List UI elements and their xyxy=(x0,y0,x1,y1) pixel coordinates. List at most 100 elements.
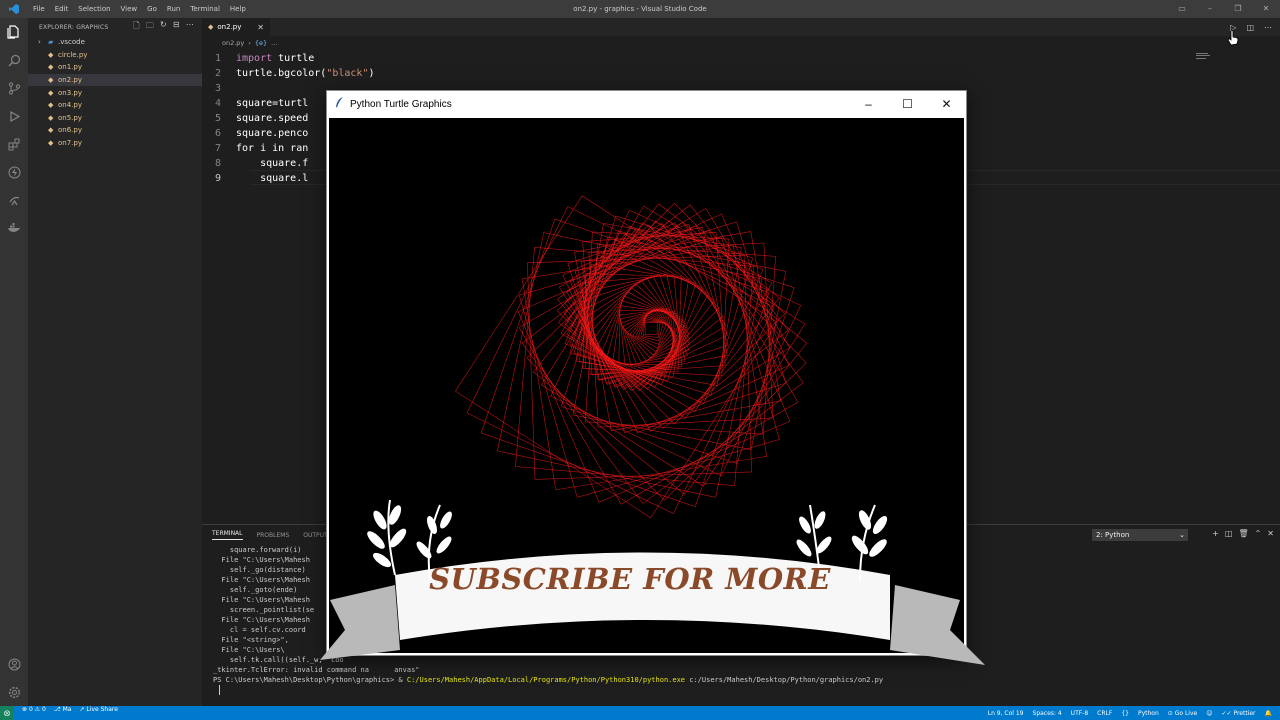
editor-tab-bar: ◆ on2.py ✕ ▷ ◫ ⋯ xyxy=(202,18,1280,36)
breadcrumb-symbol[interactable]: {e} xyxy=(255,39,267,47)
split-editor-icon[interactable]: ◫ xyxy=(1246,23,1254,32)
remote-indicator-icon[interactable]: ⨂ xyxy=(0,706,14,720)
minimap[interactable] xyxy=(1196,52,1210,60)
language-braces-icon[interactable]: {} xyxy=(1121,710,1129,717)
line-number: 4 xyxy=(214,98,221,109)
search-icon[interactable] xyxy=(0,46,28,74)
breadcrumb-file[interactable]: on2.py xyxy=(222,39,244,47)
trash-icon[interactable]: 🗑 xyxy=(1238,529,1248,538)
file-label: on2.py xyxy=(58,76,82,85)
indentation[interactable]: Spaces: 4 xyxy=(1033,710,1062,717)
menu-item-run[interactable]: Run xyxy=(162,5,185,13)
extensions-icon[interactable] xyxy=(0,130,28,158)
turtle-minimize-button[interactable]: – xyxy=(849,91,888,117)
run-debug-icon[interactable] xyxy=(0,102,28,130)
more-actions-icon[interactable]: ⋯ xyxy=(186,20,194,34)
tab-problems[interactable]: PROBLEMS xyxy=(257,532,290,539)
docker-icon[interactable] xyxy=(0,214,28,242)
file-item[interactable]: ◆ on6.py xyxy=(28,124,202,137)
python-file-icon: ◆ xyxy=(48,63,54,72)
python-file-icon: ◆ xyxy=(48,76,54,85)
tab-on2-py[interactable]: ◆ on2.py ✕ xyxy=(202,18,270,36)
panel-actions: + ◫ 🗑 ⌃ ✕ xyxy=(1212,529,1274,538)
python-file-icon: ◆ xyxy=(48,88,54,97)
menu-item-view[interactable]: View xyxy=(116,5,143,13)
new-folder-icon[interactable]: 🗀 xyxy=(146,20,154,34)
code-text: square.penco xyxy=(236,128,309,139)
settings-gear-icon[interactable] xyxy=(0,678,28,706)
breadcrumb-more[interactable]: ... xyxy=(271,39,277,47)
file-item[interactable]: ◆ circle.py xyxy=(28,49,202,62)
encoding[interactable]: UTF-8 xyxy=(1071,710,1089,717)
line-number: 2 xyxy=(214,68,221,79)
file-label: on3.py xyxy=(58,88,82,97)
more-icon[interactable]: ⋯ xyxy=(1264,23,1272,32)
new-file-icon[interactable]: 🗋 xyxy=(133,20,140,34)
menu-item-selection[interactable]: Selection xyxy=(73,5,115,13)
menu-item-edit[interactable]: Edit xyxy=(50,5,74,13)
code-text: import xyxy=(236,53,273,64)
line-number: 6 xyxy=(214,128,221,139)
go-live-button[interactable]: ⊙ Go Live xyxy=(1168,710,1197,717)
explorer-icon[interactable] xyxy=(0,18,28,46)
tab-label: on2.py xyxy=(217,23,242,31)
explorer-sidebar: EXPLORER: GRAPHICS 🗋 🗀 ↻ ⊟ ⋯ › ▰ .vscode… xyxy=(28,18,202,706)
terminal-select[interactable]: 2: Python ⌄ xyxy=(1092,529,1188,541)
file-label: on6.py xyxy=(58,126,82,135)
file-label: circle.py xyxy=(58,50,88,59)
folder-vscode[interactable]: › ▰ .vscode xyxy=(28,36,202,49)
end-of-line[interactable]: CRLF xyxy=(1097,710,1112,717)
cursor-position[interactable]: Ln 9, Col 19 xyxy=(988,710,1024,717)
menu-item-go[interactable]: Go xyxy=(142,5,162,13)
terminal-select-value: 2: Python xyxy=(1096,531,1130,539)
maximize-panel-icon[interactable]: ⌃ xyxy=(1255,529,1262,538)
close-panel-icon[interactable]: ✕ xyxy=(1267,529,1274,538)
file-label: on1.py xyxy=(58,63,82,72)
close-icon[interactable]: ✕ xyxy=(1252,0,1280,18)
new-terminal-icon[interactable]: + xyxy=(1212,529,1219,538)
menu-item-help[interactable]: Help xyxy=(225,5,251,13)
accounts-icon[interactable] xyxy=(0,650,28,678)
window-controls: ▭ – ❐ ✕ xyxy=(1168,0,1280,18)
source-control-icon[interactable] xyxy=(0,74,28,102)
language-mode[interactable]: Python xyxy=(1138,710,1159,717)
file-item[interactable]: ◆ on4.py xyxy=(28,99,202,112)
vscode-logo-icon xyxy=(0,0,28,18)
live-share-button[interactable]: ↗ Live Share xyxy=(79,706,117,720)
menu-item-file[interactable]: File xyxy=(28,5,50,13)
refresh-icon[interactable]: ↻ xyxy=(160,20,167,34)
branch-indicator[interactable]: ⎇ Ma xyxy=(54,706,72,720)
prettier-button[interactable]: ✓✓ Prettier xyxy=(1221,710,1255,717)
notifications-bell-icon[interactable]: 🔔 xyxy=(1265,710,1272,717)
collapse-all-icon[interactable]: ⊟ xyxy=(173,20,180,34)
tab-terminal[interactable]: TERMINAL xyxy=(212,530,243,540)
chevron-right-icon: › xyxy=(38,38,41,47)
menu-item-terminal[interactable]: Terminal xyxy=(185,5,225,13)
maximize-icon[interactable]: ❐ xyxy=(1224,0,1252,18)
prettier-label: Prettier xyxy=(1233,709,1256,717)
restore-layout-icon[interactable]: ▭ xyxy=(1168,0,1196,18)
turtle-maximize-button[interactable]: ☐ xyxy=(888,91,927,117)
python-file-icon: ◆ xyxy=(48,126,54,135)
file-item[interactable]: ◆ on1.py xyxy=(28,61,202,74)
copilot-icon[interactable]: ☺ xyxy=(1206,710,1212,717)
line-number: 8 xyxy=(214,158,221,169)
split-terminal-icon[interactable]: ◫ xyxy=(1225,529,1233,538)
file-item[interactable]: ◆ on5.py xyxy=(28,112,202,125)
minimize-icon[interactable]: – xyxy=(1196,0,1224,18)
file-label: on4.py xyxy=(58,101,82,110)
remote-explorer-icon[interactable] xyxy=(0,186,28,214)
explorer-title: EXPLORER: GRAPHICS xyxy=(39,23,109,31)
file-item[interactable]: ◆ on7.py xyxy=(28,137,202,150)
file-item[interactable]: ◆ on2.py xyxy=(28,73,202,87)
lightning-icon[interactable] xyxy=(0,158,28,186)
live-share-label: Live Share xyxy=(86,706,118,713)
branch-name: Ma xyxy=(62,706,72,713)
subscribe-banner[interactable]: SUBSCRIBE FOR MORE xyxy=(300,490,990,690)
turtle-close-button[interactable]: ✕ xyxy=(927,91,966,117)
code-text: square=turtl xyxy=(236,98,309,109)
file-item[interactable]: ◆ on3.py xyxy=(28,86,202,99)
close-tab-icon[interactable]: ✕ xyxy=(257,23,270,32)
terminal-cursor xyxy=(219,685,220,695)
problems-indicator[interactable]: ⊗ 0 ⚠ 0 xyxy=(22,706,46,720)
